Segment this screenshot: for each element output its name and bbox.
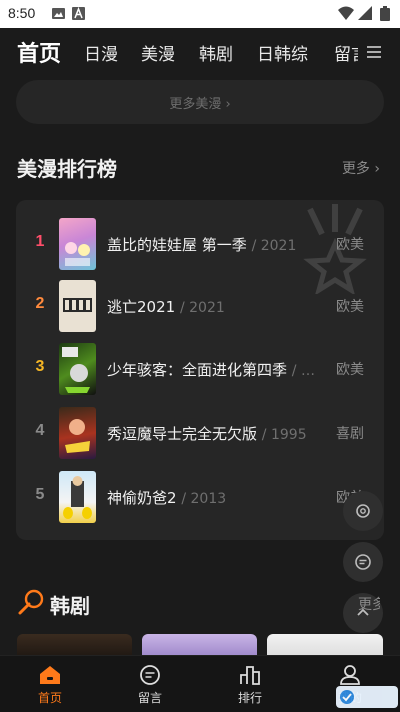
bottom-nav-home[interactable]: 首页: [0, 656, 100, 712]
rank-number: 4: [35, 422, 45, 439]
menu-icon[interactable]: [366, 44, 382, 60]
top-nav: 首页 日漫 美漫 韩剧 日韩综 留言: [0, 28, 400, 78]
poster-thumbnail: [59, 471, 96, 523]
comment-float-button[interactable]: [343, 542, 383, 582]
comment-icon: [355, 554, 371, 570]
ranking-icon: [240, 666, 260, 685]
profile-icon: [340, 665, 360, 685]
bottom-nav-ranking[interactable]: 排行: [200, 656, 300, 712]
poster-thumbnail: [59, 218, 96, 270]
more-banner-label: 更多美漫 ›: [169, 97, 231, 112]
bottom-nav-label: 留言: [137, 691, 162, 705]
battery-icon: [380, 6, 390, 21]
rank-item-title: 少年骇客：全面进化第四季 / …: [107, 361, 315, 379]
site-logo-icon: [340, 690, 354, 704]
ranking-more-link[interactable]: 更多 ›: [342, 158, 380, 178]
ranking-item[interactable]: 5 神偷奶爸2 / 2013 欧美: [16, 468, 384, 526]
rank-number: 5: [35, 486, 45, 503]
gear-icon: [356, 504, 370, 518]
ranking-item[interactable]: 3 少年骇客：全面进化第四季 / … 欧美: [16, 340, 384, 398]
rank-item-region: 欧美: [336, 299, 364, 315]
message-icon: [140, 665, 160, 685]
rank-number: 3: [35, 358, 45, 375]
ranking-title: 美漫排行榜: [17, 157, 117, 181]
rank-item-title: 盖比的娃娃屋 第一季 / 2021: [107, 236, 297, 254]
rank-item-title: 秀逗魔导士完全无欠版 / 1995: [107, 425, 307, 443]
site-logo: [336, 686, 398, 708]
rank-item-title: 逃亡2021 / 2021: [107, 298, 225, 316]
signal-icon: [358, 6, 372, 20]
wifi-icon: [338, 6, 354, 20]
tab-american-anime[interactable]: 美漫: [141, 40, 175, 65]
bottom-nav-messages[interactable]: 留言: [100, 656, 200, 712]
rank-number: 2: [35, 295, 45, 312]
microphone-icon: [18, 589, 44, 615]
settings-float-button[interactable]: [343, 491, 383, 531]
status-bar: 8:50: [0, 0, 400, 28]
status-time: 8:50: [8, 5, 36, 21]
text-notification-icon: [72, 7, 85, 20]
poster-thumbnail: [59, 407, 96, 459]
kdrama-more-link[interactable]: 更多: [358, 594, 380, 614]
tab-home[interactable]: 首页: [17, 36, 61, 68]
bottom-nav-label: 首页: [37, 691, 62, 705]
rank-number: 1: [35, 233, 45, 250]
ranking-item[interactable]: 4 秀逗魔导士完全无欠版 / 1995 喜剧: [16, 404, 384, 462]
image-notification-icon: [52, 8, 65, 19]
poster-thumbnail: [59, 343, 96, 395]
home-icon: [40, 666, 60, 684]
rank-item-title: 神偷奶爸2 / 2013: [107, 489, 227, 507]
kdrama-section-title: 韩剧: [50, 594, 90, 618]
more-american-anime-button[interactable]: 更多美漫 ›: [16, 80, 384, 124]
tab-messages[interactable]: 留言: [334, 40, 358, 65]
tab-jk-variety[interactable]: 日韩综: [257, 40, 308, 65]
rank-item-region: 喜剧: [336, 426, 364, 442]
poster-thumbnail: [59, 280, 96, 332]
tab-korean-drama[interactable]: 韩剧: [199, 40, 233, 65]
bottom-nav-label: 排行: [237, 691, 262, 705]
ranking-card: 1 盖比的娃娃屋 第一季 / 2021 欧美 2 逃亡2021 / 2021 欧…: [16, 200, 384, 540]
ranking-item[interactable]: 2 逃亡2021 / 2021 欧美: [16, 277, 384, 335]
tab-japanese-anime[interactable]: 日漫: [84, 40, 118, 65]
rank-item-region: 欧美: [336, 237, 364, 253]
ranking-item[interactable]: 1 盖比的娃娃屋 第一季 / 2021 欧美: [16, 215, 384, 273]
rank-item-region: 欧美: [336, 362, 364, 378]
